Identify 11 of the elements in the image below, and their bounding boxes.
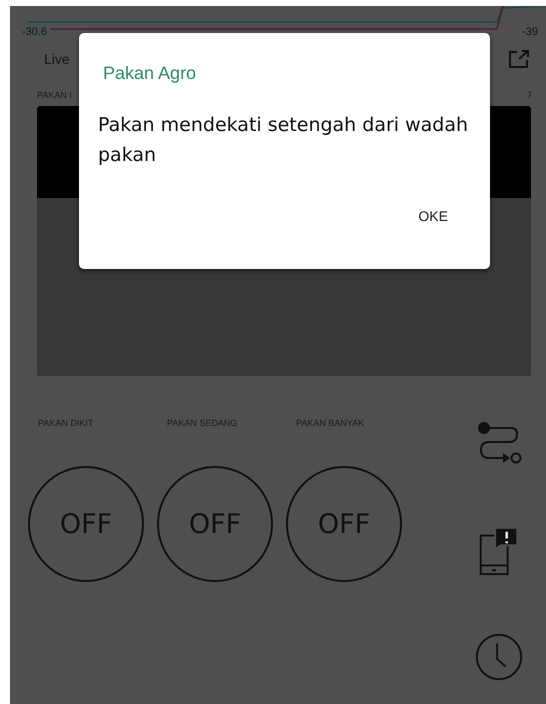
chart-max-label: -39 [522, 26, 538, 38]
range-label[interactable]: Live [44, 51, 70, 67]
expand-icon[interactable] [508, 49, 530, 69]
dialog-title: Pakan Agro [103, 63, 198, 84]
dialog-message: Pakan mendekati setengah dari wadah pakan [98, 113, 470, 168]
clock-icon[interactable] [474, 632, 524, 682]
toggle-button[interactable]: OFF [286, 466, 402, 582]
toggle-button[interactable]: OFF [28, 466, 144, 582]
chart-min-label: -30.6 [22, 26, 48, 38]
ok-button[interactable]: OKE [394, 200, 472, 232]
toggle-button[interactable]: OFF [157, 466, 273, 582]
